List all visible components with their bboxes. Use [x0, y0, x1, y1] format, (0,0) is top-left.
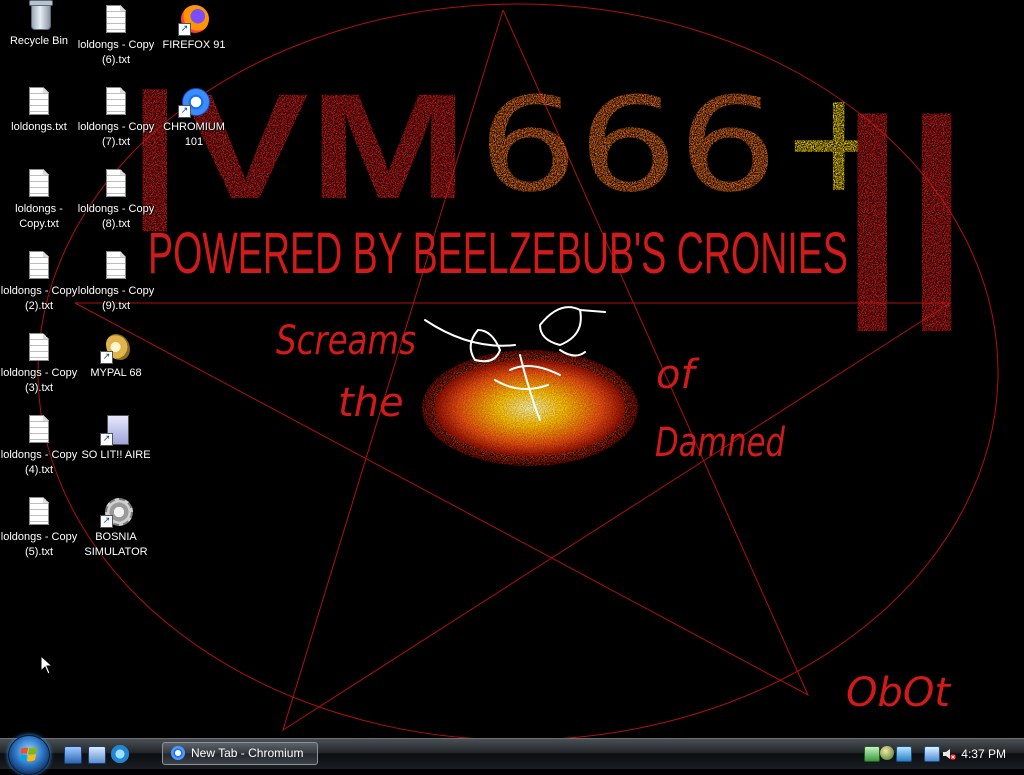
desktop-icon-file[interactable]: loldongs - Copy (8).txt — [76, 168, 156, 232]
desktop-icon-firefox[interactable]: ↗ FIREFOX 91 — [154, 4, 234, 53]
desktop-icon-file[interactable]: loldongs - Copy.txt — [0, 168, 79, 232]
desktop-icon-label: loldongs - Copy (9).txt — [77, 285, 155, 312]
desktop-icon-file[interactable]: loldongs.txt — [0, 86, 79, 135]
desktop-icon-file[interactable]: loldongs - Copy (4).txt — [0, 414, 79, 478]
text-file-icon — [23, 332, 55, 364]
desktop-icon-label: loldongs - Copy (8).txt — [77, 203, 155, 230]
volume-muted-icon[interactable] — [942, 746, 956, 760]
mouse-cursor-icon — [40, 655, 54, 675]
desktop-icon-label: FIREFOX 91 — [162, 39, 226, 51]
taskbar: New Tab - Chromium 4:37 PM — [0, 735, 1024, 775]
desktop-icon-file[interactable]: loldongs - Copy (2).txt — [0, 250, 79, 314]
switch-windows-icon[interactable] — [88, 746, 106, 764]
text-file-icon — [23, 86, 55, 118]
mypal-shortcut-icon: ↗ — [100, 332, 132, 364]
desktop-icon-recycle-bin[interactable]: Recycle Bin — [0, 0, 79, 49]
text-file-icon — [23, 414, 55, 446]
desktop-icon-label: BOSNIA SIMULATOR — [84, 531, 148, 558]
text-file-icon — [100, 168, 132, 200]
word-damned: Damned — [655, 420, 785, 466]
network-status-icon[interactable] — [924, 746, 940, 762]
taskbar-button-label: New Tab - Chromium — [191, 746, 304, 760]
signature-text: ObOt — [846, 670, 951, 716]
safely-remove-icon[interactable] — [896, 746, 912, 762]
wallpaper-logo-666: 666 — [478, 69, 778, 221]
text-file-icon — [100, 86, 132, 118]
desktop-icon-label: loldongs - Copy (4).txt — [0, 449, 78, 476]
chromium-icon — [171, 746, 185, 760]
desktop-icon-chromium[interactable]: ↗ CHROMIUM 101 — [154, 86, 234, 150]
bosnia-shortcut-icon: ↗ — [100, 496, 133, 528]
clock[interactable]: 4:37 PM — [961, 739, 1006, 769]
desktop[interactable]: |VM 666 + || POWERED BY BEELZEBUB'S CRON… — [0, 0, 1024, 738]
desktop-icon-label: loldongs - Copy (6).txt — [77, 39, 155, 66]
chromium-shortcut-icon: ↗ — [178, 86, 210, 118]
desktop-icon-label: Recycle Bin — [9, 35, 69, 47]
desktop-icon-label: loldongs - Copy (7).txt — [77, 121, 155, 148]
internet-explorer-icon[interactable] — [111, 745, 129, 763]
desktop-icon-label: loldongs - Copy (3).txt — [0, 367, 78, 394]
start-button[interactable] — [8, 735, 50, 775]
network-icon[interactable] — [864, 746, 880, 762]
word-of: of — [656, 352, 700, 398]
word-screams: Screams — [276, 318, 416, 364]
aire-shortcut-icon: ↗ — [100, 414, 132, 446]
desktop-icon-mypal[interactable]: ↗ MYPAL 68 — [76, 332, 156, 381]
desktop-icon-label: MYPAL 68 — [90, 367, 142, 379]
windows-start-icon — [20, 747, 37, 762]
text-file-icon — [23, 250, 55, 282]
show-desktop-icon[interactable] — [64, 746, 82, 764]
desktop-icon-label: SO LIT!! AIRE — [81, 449, 151, 461]
desktop-icon-label: loldongs.txt — [11, 121, 67, 133]
wallpaper-logo-bars: || — [840, 72, 969, 332]
desktop-icon-aire[interactable]: ↗ SO LIT!! AIRE — [76, 414, 156, 463]
desktop-icon-label: CHROMIUM 101 — [163, 121, 225, 148]
users-icon[interactable] — [880, 746, 894, 760]
desktop-icon-bosnia[interactable]: ↗ BOSNIA SIMULATOR — [76, 496, 156, 560]
desktop-icon-file[interactable]: loldongs - Copy (6).txt — [76, 4, 156, 68]
wallpaper-logo: |VM 666 + || — [128, 61, 969, 332]
firefox-shortcut-icon: ↗ — [178, 4, 210, 36]
desktop-icon-label: loldongs - Copy (5).txt — [0, 531, 78, 558]
text-file-icon — [100, 250, 132, 282]
system-tray: 4:37 PM — [852, 739, 1024, 769]
text-file-icon — [100, 4, 132, 36]
word-the: the — [338, 380, 404, 426]
taskbar-button-chromium[interactable]: New Tab - Chromium — [162, 742, 318, 765]
text-file-icon — [23, 168, 55, 200]
powered-by-text: POWERED BY BEELZEBUB'S CRONIES — [148, 221, 848, 286]
desktop-icon-file[interactable]: loldongs - Copy (9).txt — [76, 250, 156, 314]
recycle-bin-icon — [23, 0, 55, 32]
text-file-icon — [23, 496, 55, 528]
desktop-icon-file[interactable]: loldongs - Copy (7).txt — [76, 86, 156, 150]
desktop-icon-file[interactable]: loldongs - Copy (5).txt — [0, 496, 79, 560]
desktop-icon-file[interactable]: loldongs - Copy (3).txt — [0, 332, 79, 396]
desktop-icon-label: loldongs - Copy.txt — [15, 203, 63, 230]
desktop-icon-label: loldongs - Copy (2).txt — [0, 285, 78, 312]
